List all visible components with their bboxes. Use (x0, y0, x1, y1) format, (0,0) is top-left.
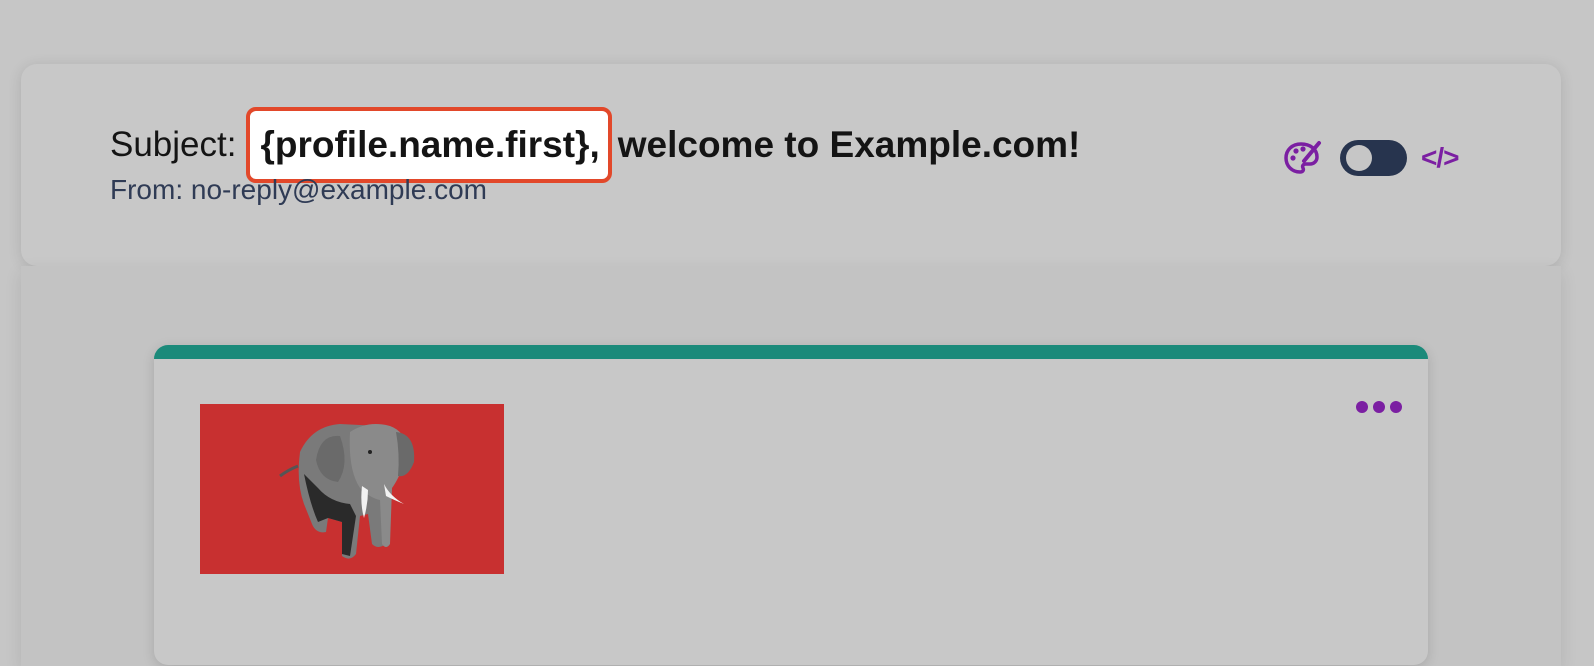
subject-label: Subject: (110, 125, 237, 164)
preview-toolbar: </> (1282, 136, 1459, 180)
more-dot (1373, 401, 1385, 413)
subject-variable-highlight[interactable]: {profile.name.first}, (246, 107, 612, 183)
more-dot (1390, 401, 1402, 413)
theme-toggle[interactable] (1340, 140, 1407, 176)
more-options-button[interactable] (1356, 401, 1402, 413)
subject-line: Subject: {profile.name.first}, welcome t… (110, 106, 1080, 184)
email-preview-card (154, 345, 1428, 665)
from-address: From: no-reply@example.com (110, 174, 487, 205)
subject-text: welcome to Example.com! (617, 124, 1081, 165)
toggle-knob (1346, 145, 1372, 171)
elephant-logo (200, 404, 504, 574)
code-view-icon[interactable]: </> (1421, 142, 1459, 174)
palette-icon[interactable] (1282, 138, 1322, 178)
more-horizontal-icon (1356, 401, 1368, 413)
